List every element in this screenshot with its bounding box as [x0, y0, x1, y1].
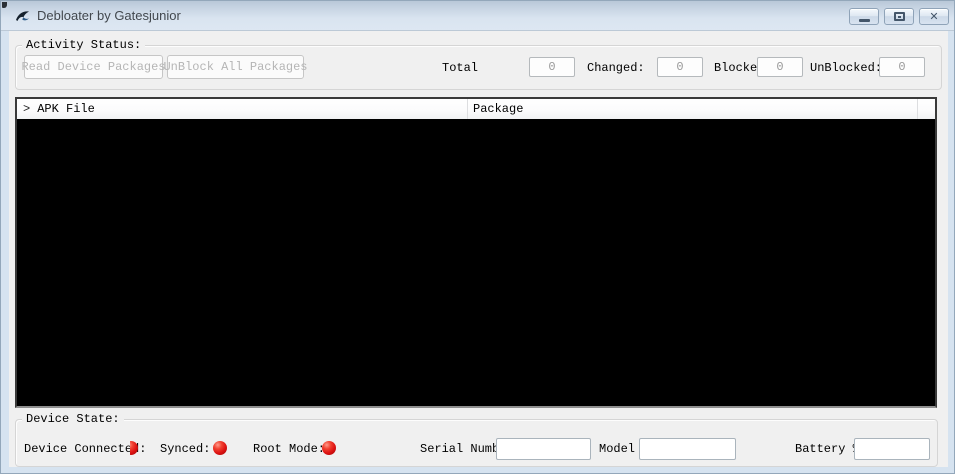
- activity-status-group: Activity Status: Read Device Packages Un…: [15, 45, 942, 90]
- app-window: Debloater by Gatesjunior ✕ Activity Stat…: [0, 0, 955, 474]
- close-button[interactable]: ✕: [919, 8, 949, 25]
- synced-led: [213, 441, 227, 455]
- red-led-icon: [322, 441, 336, 455]
- total-label: Total: [442, 61, 478, 75]
- listview-header: > APK File Package: [17, 99, 935, 119]
- unblocked-value-box[interactable]: 0: [879, 57, 925, 77]
- maximize-button[interactable]: [884, 8, 914, 25]
- corner-artifact: [2, 2, 7, 8]
- close-icon: ✕: [929, 11, 938, 22]
- red-led-icon: [130, 441, 138, 455]
- window-title: Debloater by Gatesjunior: [37, 8, 181, 23]
- chevron-right-icon: >: [23, 102, 30, 116]
- unblock-all-packages-button[interactable]: UnBlock All Packages: [167, 55, 304, 79]
- package-column-label: Package: [473, 102, 523, 116]
- activity-status-label: Activity Status:: [22, 37, 145, 53]
- blocked-value-box[interactable]: 0: [757, 57, 803, 77]
- apk-file-column-label: APK File: [37, 102, 95, 116]
- model-label: Model: [599, 442, 635, 456]
- model-field[interactable]: [639, 438, 736, 460]
- column-header-package[interactable]: Package: [468, 99, 918, 119]
- client-area: Activity Status: Read Device Packages Un…: [9, 31, 948, 467]
- changed-label: Changed:: [587, 61, 645, 75]
- maximize-icon: [894, 12, 905, 21]
- root-mode-label: Root Mode:: [253, 442, 325, 456]
- red-led-icon: [213, 441, 227, 455]
- battery-percent-field[interactable]: [854, 438, 930, 460]
- title-bar[interactable]: Debloater by Gatesjunior ✕: [1, 1, 955, 31]
- synced-label: Synced:: [160, 442, 210, 456]
- device-state-group: Device State: Device Connected: Synced: …: [15, 419, 938, 467]
- package-listview[interactable]: > APK File Package: [15, 97, 937, 408]
- minimize-button[interactable]: [849, 8, 879, 25]
- app-icon: [14, 8, 31, 25]
- listview-body[interactable]: [17, 119, 935, 406]
- device-state-label: Device State:: [22, 411, 124, 427]
- changed-value-box[interactable]: 0: [657, 57, 703, 77]
- column-header-apk-file[interactable]: > APK File: [17, 99, 468, 119]
- unblocked-label: UnBlocked:: [810, 61, 882, 75]
- column-header-spacer: [918, 99, 935, 119]
- total-value-box[interactable]: 0: [529, 57, 575, 77]
- device-connected-led: [130, 441, 138, 455]
- serial-number-field[interactable]: [496, 438, 591, 460]
- root-mode-led: [322, 441, 336, 455]
- minimize-icon: [859, 19, 870, 22]
- device-connected-label: Device Connected:: [24, 442, 146, 456]
- read-device-packages-button[interactable]: Read Device Packages: [24, 55, 163, 79]
